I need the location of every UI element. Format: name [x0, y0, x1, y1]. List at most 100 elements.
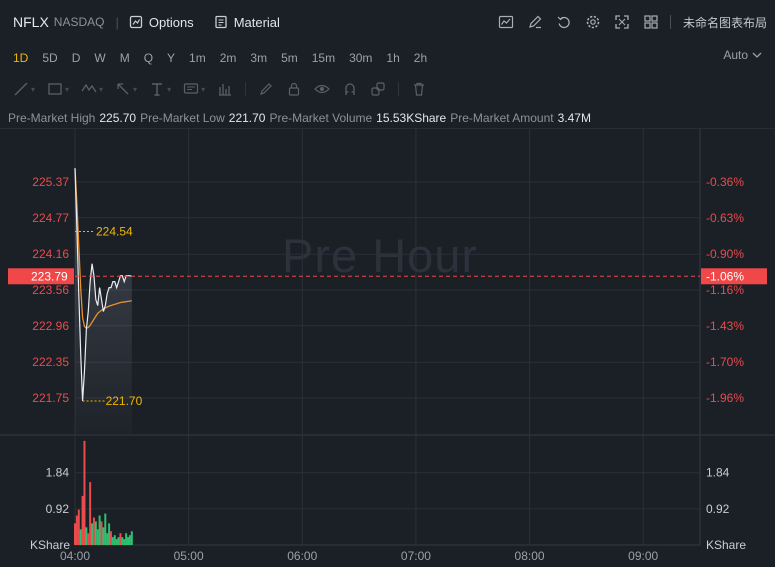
percent-tick-label: -1.16% [706, 283, 744, 297]
volume-bar [83, 440, 86, 545]
interval-1h[interactable]: 1h [386, 51, 399, 65]
current-percent-label: -1.06% [706, 269, 744, 283]
volume-bar [104, 513, 107, 545]
brush-icon[interactable] [258, 81, 274, 97]
time-tick-label: 06:00 [287, 549, 317, 563]
note-tool-icon[interactable]: ▾ [183, 81, 205, 97]
volume-bar [87, 533, 90, 545]
interval-5m[interactable]: 5m [281, 51, 298, 65]
price-tick-label: 224.77 [32, 211, 69, 225]
volume-bar [106, 533, 109, 545]
interval-3m[interactable]: 3m [250, 51, 267, 65]
interval-30m[interactable]: 30m [349, 51, 372, 65]
undo-icon[interactable] [554, 12, 574, 32]
lock-icon[interactable] [286, 81, 302, 97]
material-icon [215, 15, 227, 29]
time-tick-label: 04:00 [60, 549, 90, 563]
rectangle-tool-icon[interactable]: ▾ [47, 81, 69, 97]
interval-2m[interactable]: 2m [220, 51, 237, 65]
pre-market-amount-label: Pre-Market Amount [450, 111, 554, 125]
volume-bar [92, 517, 95, 545]
volume-bar [94, 521, 97, 545]
volume-bar [130, 531, 133, 545]
volume-bar [111, 537, 114, 545]
price-tick-label: 222.96 [32, 319, 69, 333]
chevron-down-icon [752, 52, 762, 58]
time-tick-label: 08:00 [515, 549, 545, 563]
draw-pen-icon[interactable] [525, 12, 545, 32]
auto-label: Auto [723, 48, 748, 62]
volume-bar [113, 535, 116, 545]
percent-tick-label: -1.70% [706, 355, 744, 369]
interval-15m[interactable]: 15m [312, 51, 335, 65]
arrow-tool-icon[interactable]: ▾ [115, 81, 137, 97]
volume-bar [117, 537, 120, 545]
material-button[interactable]: Material [214, 15, 280, 30]
interval-d[interactable]: D [72, 51, 81, 65]
price-chart[interactable]: 225.37 -0.36% 224.77 -0.63% 224.16 -0.90% 223.… [0, 128, 775, 567]
material-label: Material [233, 14, 280, 30]
price-tick-label: 223.56 [32, 283, 69, 297]
eye-icon[interactable] [314, 81, 330, 97]
toolbar-divider [245, 82, 247, 96]
interval-1m[interactable]: 1m [189, 51, 206, 65]
indicator-chart-icon[interactable] [496, 12, 516, 32]
interval-5d[interactable]: 5D [42, 51, 57, 65]
volume-bar [89, 482, 92, 545]
interval-m[interactable]: M [120, 51, 130, 65]
volume-tick-label-right: 0.92 [706, 502, 730, 516]
text-tool-icon[interactable]: ▾ [149, 81, 171, 97]
interval-w[interactable]: W [94, 51, 105, 65]
exchange-name: NASDAQ [53, 15, 105, 29]
measure-tool-icon[interactable] [217, 81, 233, 97]
volume-bar [75, 515, 78, 545]
fullscreen-icon[interactable] [612, 12, 632, 32]
interval-1d[interactable]: 1D [13, 51, 28, 65]
volume-unit-label-right: KShare [706, 538, 746, 552]
time-tick-label: 09:00 [628, 549, 658, 563]
toolbar-divider [398, 82, 400, 96]
interval-q[interactable]: Q [144, 51, 153, 65]
volume-bar [109, 531, 112, 545]
price-tick-label: 222.35 [32, 355, 69, 369]
volume-bar [100, 521, 103, 545]
drawing-toolbar: ▾ ▾ ▾ ▾ ▾ ▾ [0, 76, 775, 102]
line-tool-icon[interactable]: ▾ [13, 81, 35, 97]
interval-bar: 1D 5D D W M Q Y 1m 2m 3m 5m 15m 30m 1h 2… [0, 48, 775, 68]
percent-tick-label: -0.63% [706, 211, 744, 225]
pre-market-volume-label: Pre-Market Volume [269, 111, 373, 125]
chart-header: NFLX NASDAQ | Options Material 未命名图表布局 [0, 0, 775, 44]
price-tick-label: 224.16 [32, 247, 69, 261]
current-price-label: 223.79 [31, 269, 68, 283]
pre-market-low-label: Pre-Market Low [140, 111, 225, 125]
link-icon[interactable] [370, 81, 386, 97]
volume-bar [125, 533, 128, 545]
options-button[interactable]: Options [129, 15, 194, 30]
interval-2h[interactable]: 2h [414, 51, 427, 65]
volume-bar [115, 539, 118, 545]
pre-market-info-bar: Pre-Market High 225.70 Pre-Market Low 22… [0, 109, 775, 127]
header-divider: | [115, 14, 119, 30]
volume-bar [81, 495, 84, 545]
trash-icon[interactable] [411, 81, 427, 97]
time-tick-label: 05:00 [174, 549, 204, 563]
volume-bar [98, 515, 101, 545]
volume-tick-label: 1.84 [46, 466, 70, 480]
volume-bar [79, 529, 82, 545]
auto-scale-dropdown[interactable]: Auto [723, 48, 763, 62]
pre-market-high-label: Pre-Market High [8, 111, 96, 125]
layout-name-dropdown[interactable]: 未命名图表布局 [683, 14, 767, 31]
percent-tick-label: -1.96% [706, 391, 744, 405]
ticker-symbol[interactable]: NFLX [13, 14, 49, 30]
volume-bar [77, 509, 80, 545]
price-tick-label: 225.37 [32, 175, 69, 189]
magnet-icon[interactable] [342, 81, 358, 97]
settings-gear-icon[interactable] [583, 12, 603, 32]
interval-y[interactable]: Y [167, 51, 175, 65]
volume-tick-label: 0.92 [46, 502, 70, 516]
grid-layout-icon[interactable] [641, 12, 661, 32]
volume-bar [128, 535, 131, 545]
time-tick-label: 07:00 [401, 549, 431, 563]
volume-bar [127, 537, 130, 545]
waves-tool-icon[interactable]: ▾ [81, 81, 103, 97]
